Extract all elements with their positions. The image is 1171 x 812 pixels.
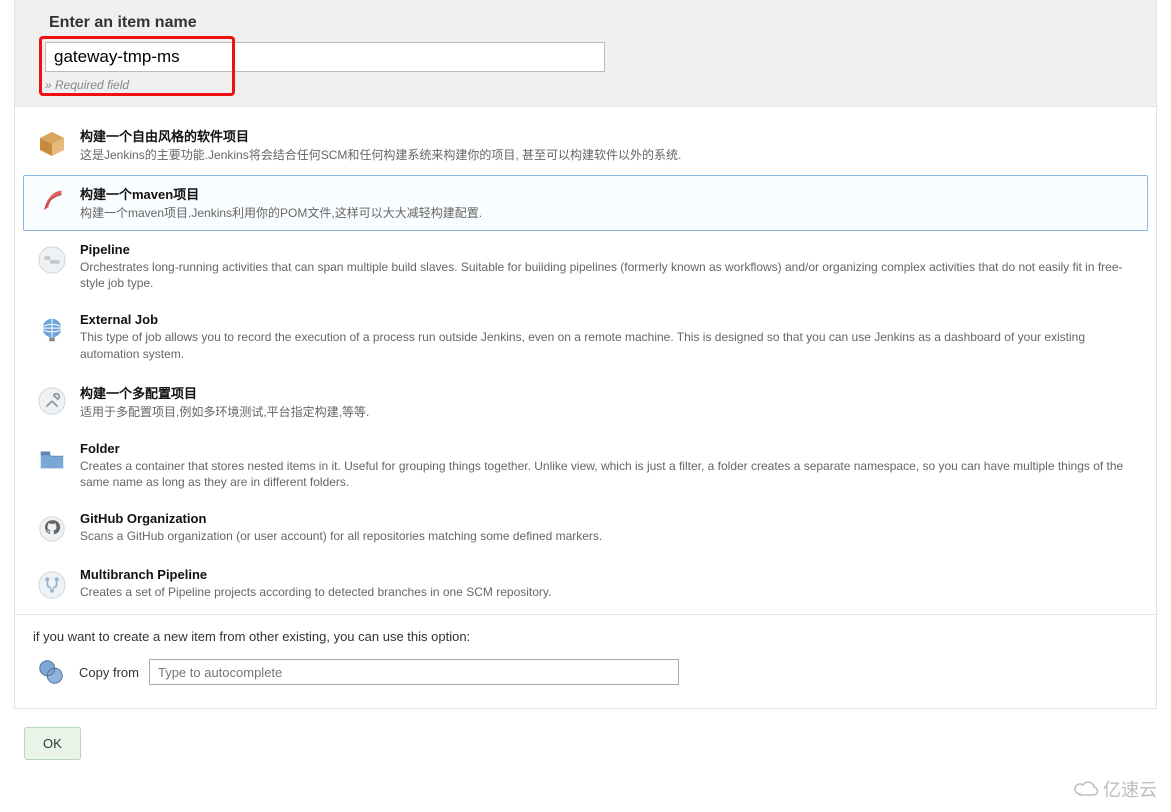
item-type-multibranch[interactable]: Multibranch Pipeline Creates a set of Pip… [23, 558, 1148, 612]
item-type-desc: 适用于多配置项目,例如多环境测试,平台指定构建,等等. [80, 404, 1137, 421]
watermark-text: 亿速云 [1103, 776, 1157, 802]
item-type-title: External Job [80, 312, 1137, 327]
ok-button[interactable]: OK [24, 727, 81, 760]
copy-from-input[interactable] [149, 659, 679, 685]
item-type-title: GitHub Organization [80, 511, 1137, 526]
item-type-desc: Creates a container that stores nested i… [80, 458, 1137, 492]
item-type-list: 构建一个自由风格的软件项目这是Jenkins的主要功能.Jenkins将会结合任… [14, 107, 1157, 615]
item-name-input[interactable] [45, 42, 605, 72]
item-type-folder[interactable]: Folder Creates a container that stores ne… [23, 432, 1148, 501]
pipe-icon [34, 242, 70, 278]
box-icon [34, 126, 70, 162]
item-type-pipeline[interactable]: Pipeline Orchestrates long-running activi… [23, 233, 1148, 302]
copy-hint: if you want to create a new item from ot… [33, 629, 1138, 644]
page-title: Enter an item name [49, 14, 1140, 32]
github-icon [34, 511, 70, 547]
item-type-desc: Orchestrates long-running activities tha… [80, 259, 1137, 293]
item-type-desc: This type of job allows you to record th… [80, 329, 1137, 363]
item-type-desc: Creates a set of Pipeline projects accor… [80, 584, 1137, 601]
copy-from-section: if you want to create a new item from ot… [14, 615, 1157, 709]
item-type-github-org[interactable]: GitHub Organization Scans a GitHub organi… [23, 502, 1148, 556]
item-type-title: 构建一个自由风格的软件项目 [80, 126, 1137, 145]
footer: OK [14, 727, 1157, 760]
required-hint: » Required field [45, 78, 1140, 92]
feather-icon [34, 184, 70, 220]
watermark: 亿速云 [1073, 776, 1157, 802]
folder-icon [34, 441, 70, 477]
item-type-desc: 这是Jenkins的主要功能.Jenkins将会结合任何SCM和任何构建系统来构… [80, 147, 1137, 164]
item-type-desc: 构建一个maven项目.Jenkins利用你的POM文件,这样可以大大减轻构建配… [80, 205, 1137, 222]
copy-from-label: Copy from [79, 665, 139, 680]
item-type-external[interactable]: External Job This type of job allows you … [23, 303, 1148, 372]
tools-icon [34, 383, 70, 419]
branch-icon [34, 567, 70, 603]
item-type-maven[interactable]: 构建一个maven项目构建一个maven项目.Jenkins利用你的POM文件,… [23, 175, 1148, 231]
item-type-title: Multibranch Pipeline [80, 567, 1137, 582]
item-type-multiconfig[interactable]: 构建一个多配置项目适用于多配置项目,例如多环境测试,平台指定构建,等等. [23, 374, 1148, 430]
item-type-freestyle[interactable]: 构建一个自由风格的软件项目这是Jenkins的主要功能.Jenkins将会结合任… [23, 117, 1148, 173]
globe-icon [34, 312, 70, 348]
item-name-section: Enter an item name » Required field [14, 0, 1157, 107]
item-type-title: 构建一个多配置项目 [80, 383, 1137, 402]
item-type-title: Pipeline [80, 242, 1137, 257]
item-type-desc: Scans a GitHub organization (or user acc… [80, 528, 1137, 545]
copy-icon [33, 654, 69, 690]
item-type-title: Folder [80, 441, 1137, 456]
item-type-title: 构建一个maven项目 [80, 184, 1137, 203]
